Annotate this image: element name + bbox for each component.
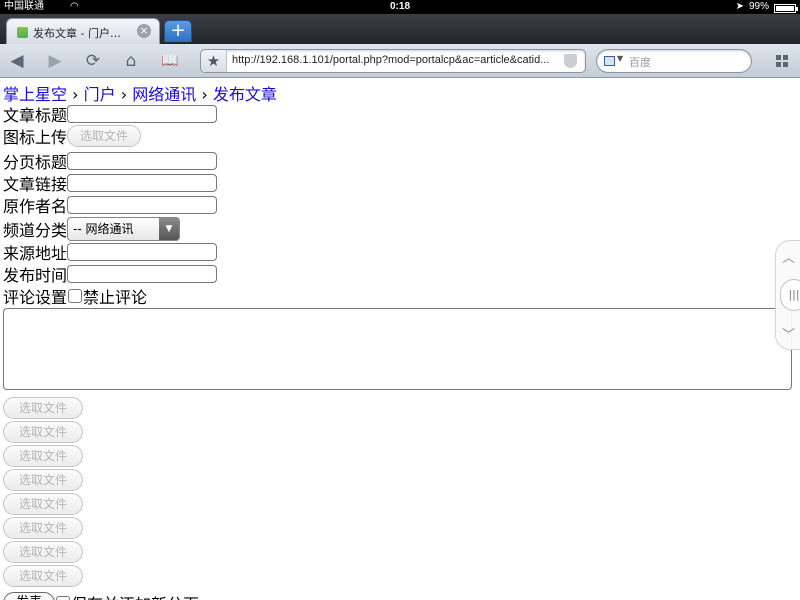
address-bar[interactable]: ★ http://192.168.1.101/portal.php?mod=po… — [200, 49, 586, 73]
bookmarks-button[interactable]: 📖 — [157, 50, 183, 72]
forward-button[interactable]: ▶ — [42, 50, 68, 72]
author-input[interactable] — [67, 196, 218, 214]
home-button[interactable]: ⌂ — [118, 50, 144, 72]
tab-bar: 发布文章 - 门户管... × + — [0, 14, 800, 44]
location-icon: ➤ — [735, 1, 744, 12]
publish-time-label: 发布时间 — [3, 266, 68, 285]
title-input[interactable] — [67, 105, 218, 123]
page-title-input[interactable] — [67, 152, 218, 170]
link-row: 文章链接 — [3, 172, 218, 194]
new-tab-button[interactable]: + — [164, 20, 192, 42]
clock: 0:18 — [389, 1, 410, 12]
attachment-file-button[interactable]: 选取文件 — [3, 469, 83, 491]
source-label: 来源地址 — [3, 244, 68, 263]
attachment-file-button[interactable]: 选取文件 — [3, 565, 83, 587]
author-row: 原作者名 — [3, 194, 218, 216]
page-title-row: 分页标题 — [3, 150, 218, 172]
scroll-handle-icon[interactable]: ||| — [780, 279, 800, 311]
attachment-list: 选取文件 选取文件 选取文件 选取文件 选取文件 选取文件 选取文件 选取文件 — [3, 397, 83, 589]
disable-comment-checkbox[interactable] — [68, 289, 83, 303]
attachment-file-button[interactable]: 选取文件 — [3, 493, 83, 515]
link-label: 文章链接 — [3, 175, 68, 194]
scroll-widget: ︿ ||| ﹀ — [775, 240, 800, 350]
comment-row: 评论设置 禁止评论 — [3, 285, 147, 307]
link-input[interactable] — [67, 174, 218, 192]
search-box[interactable]: ▼ 百度 — [596, 49, 752, 73]
submit-row: 发表 保存并添加新分页 — [3, 591, 199, 600]
tab-title: 发布文章 - 门户管... — [33, 27, 125, 40]
back-button[interactable]: ◀ — [4, 50, 30, 72]
chevron-down-icon[interactable]: ▼ — [617, 54, 623, 63]
channel-row: 频道分类 -- 网络通讯 ▼ — [3, 217, 181, 241]
channel-select[interactable]: -- 网络通讯 ▼ — [67, 217, 181, 241]
favicon-icon — [17, 27, 28, 38]
icon-row: 图标上传 选取文件 — [3, 125, 142, 147]
add-page-checkbox[interactable] — [56, 596, 71, 600]
comment-label: 评论设置 — [3, 288, 68, 307]
breadcrumb-category[interactable]: 网络通讯 — [132, 85, 196, 104]
star-icon[interactable]: ★ — [201, 50, 227, 72]
add-page-label: 保存并添加新分页 — [71, 591, 199, 600]
attachment-file-button[interactable]: 选取文件 — [3, 397, 83, 419]
author-label: 原作者名 — [3, 197, 68, 216]
close-tab-icon[interactable]: × — [137, 24, 151, 38]
content-textarea[interactable] — [3, 308, 792, 390]
search-engine-icon[interactable] — [604, 56, 615, 66]
reload-button[interactable]: ⟳ — [80, 50, 106, 72]
page-title-label: 分页标题 — [3, 153, 68, 172]
attachment-file-button[interactable]: 选取文件 — [3, 541, 83, 563]
title-row: 文章标题 — [3, 103, 218, 125]
attachment-file-button[interactable]: 选取文件 — [3, 445, 83, 467]
status-bar: 中国联通 ◠ 0:18 ➤ 99% — [0, 0, 800, 14]
icon-file-button[interactable]: 选取文件 — [67, 125, 142, 147]
battery-percent: 99% — [748, 1, 769, 12]
source-input[interactable] — [67, 243, 218, 261]
scroll-up-icon[interactable]: ︿ — [782, 247, 795, 266]
channel-select-value: -- 网络通讯 — [73, 222, 134, 236]
menu-grid-icon[interactable] — [776, 55, 788, 67]
source-row: 来源地址 — [3, 241, 218, 263]
search-placeholder: 百度 — [629, 56, 651, 69]
battery-fill — [776, 5, 794, 11]
breadcrumb-portal[interactable]: 门户 — [84, 85, 116, 104]
browser-toolbar: ◀ ▶ ⟳ ⌂ 📖 ★ http://192.168.1.101/portal.… — [0, 44, 800, 78]
title-label: 文章标题 — [3, 106, 68, 125]
browser-tab[interactable]: 发布文章 - 门户管... × — [6, 18, 160, 44]
shield-icon[interactable] — [564, 54, 577, 68]
url-text[interactable]: http://192.168.1.101/portal.php?mod=port… — [232, 54, 552, 66]
chevron-down-icon: ▼ — [159, 218, 180, 240]
breadcrumb-current[interactable]: 发布文章 — [213, 85, 277, 104]
publish-time-row: 发布时间 — [3, 263, 218, 285]
icon-label: 图标上传 — [3, 128, 68, 147]
page-content: 掌上星空 › 门户 › 网络通讯 › 发布文章 文章标题 图标上传 选取文件 分… — [0, 79, 800, 600]
scroll-down-icon[interactable]: ﹀ — [782, 324, 795, 343]
publish-time-input[interactable] — [67, 265, 218, 283]
submit-button[interactable]: 发表 — [3, 592, 56, 600]
disable-comment-label: 禁止评论 — [83, 288, 148, 307]
attachment-file-button[interactable]: 选取文件 — [3, 421, 83, 443]
attachment-file-button[interactable]: 选取文件 — [3, 517, 83, 539]
channel-label: 频道分类 — [3, 221, 68, 240]
battery-icon — [774, 3, 798, 13]
